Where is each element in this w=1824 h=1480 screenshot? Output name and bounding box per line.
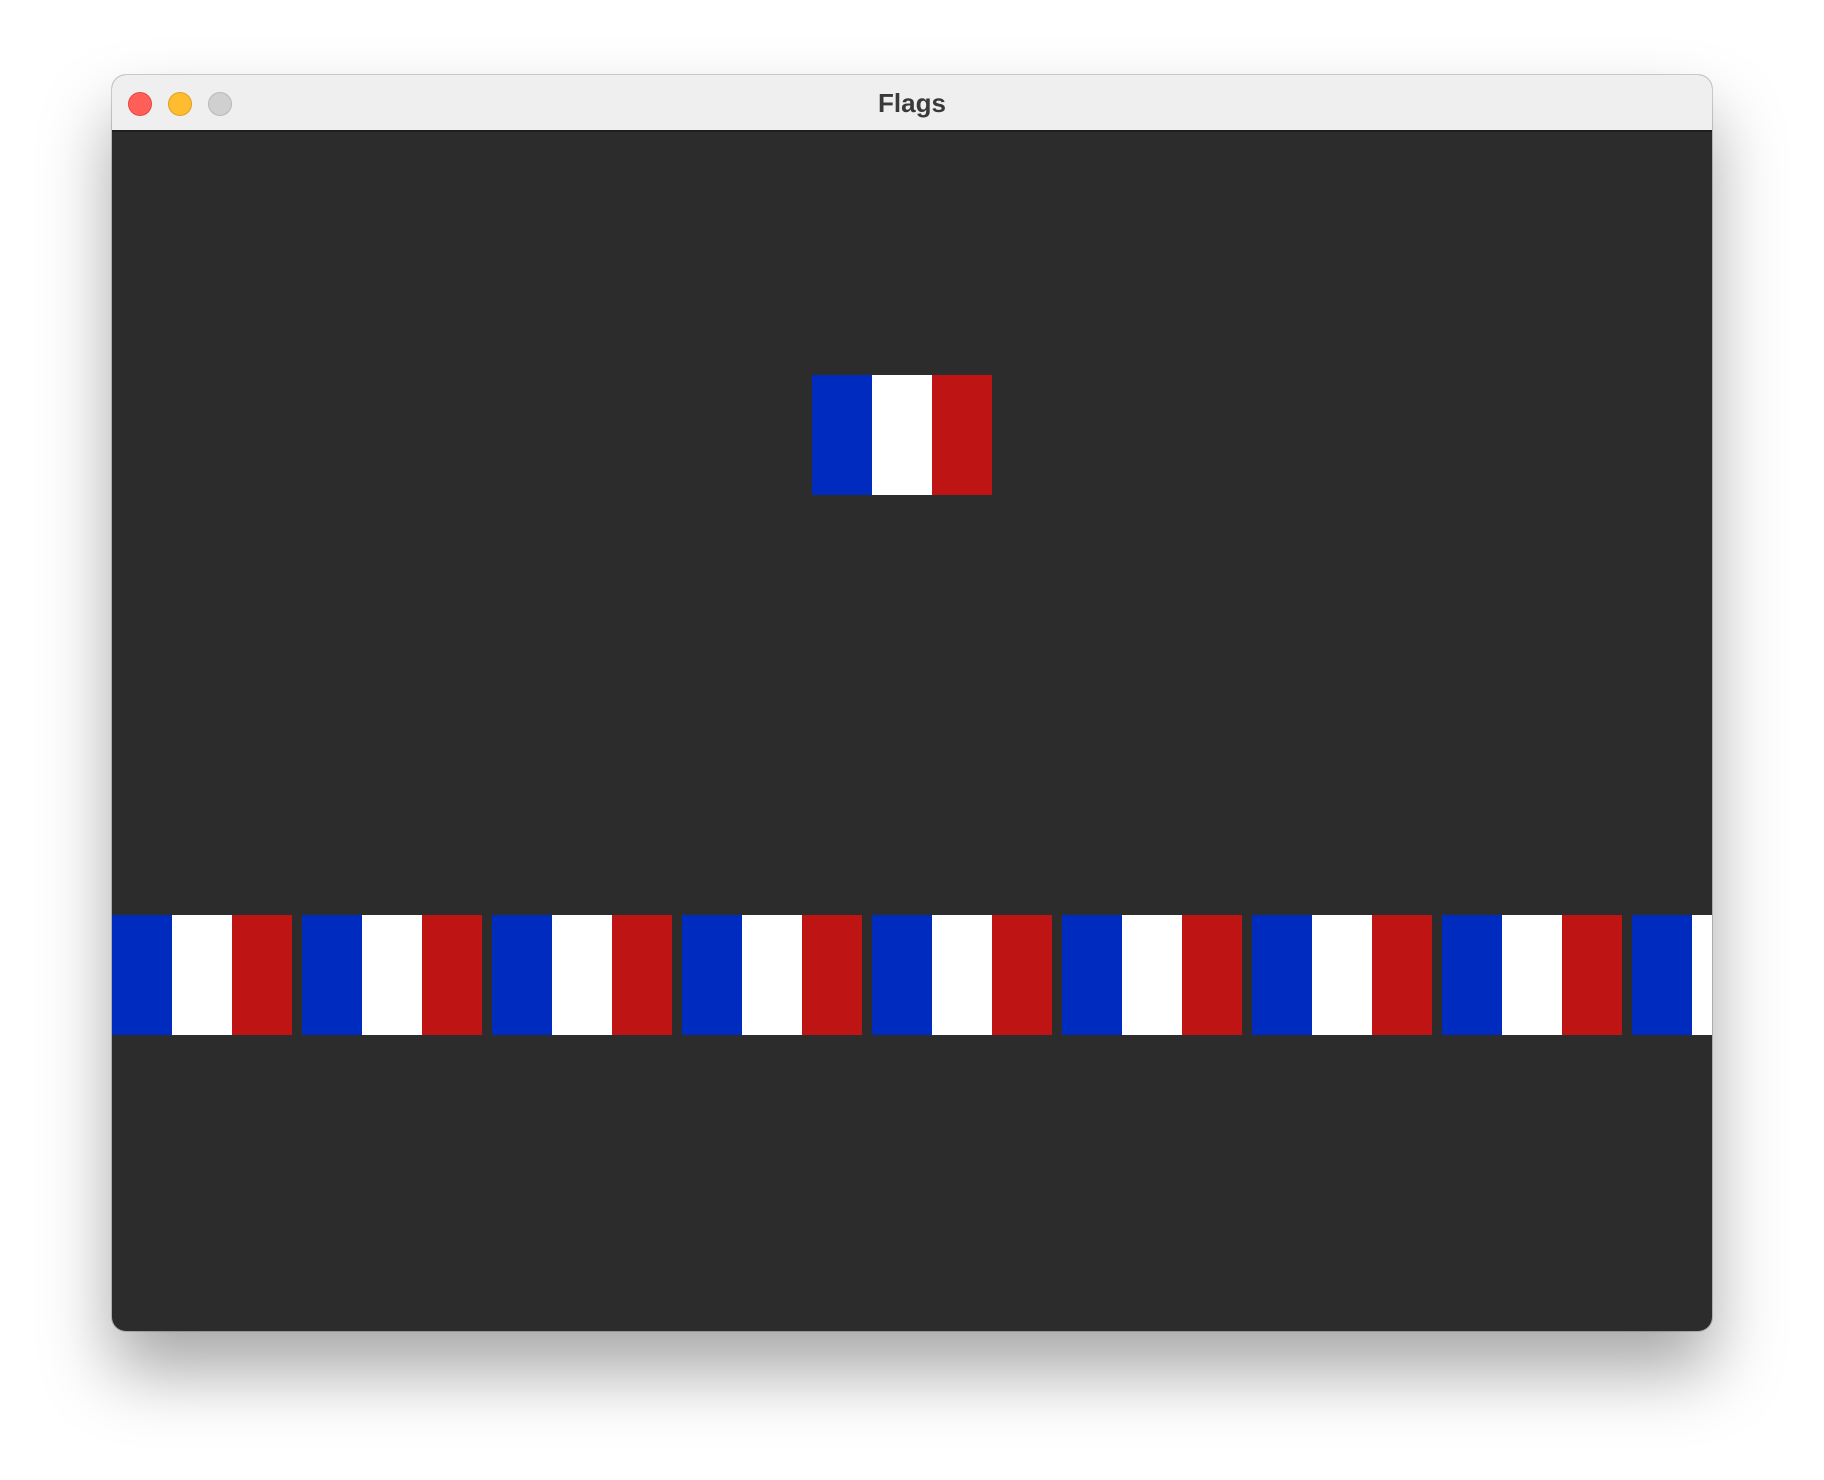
- flag-stripe-blue: [492, 915, 552, 1035]
- flag-stripe-red: [612, 915, 672, 1035]
- flag-france-row-item: [112, 915, 292, 1035]
- flag-stripe-white: [742, 915, 802, 1035]
- flag-stripe-white: [932, 915, 992, 1035]
- flag-stripe-white: [362, 915, 422, 1035]
- flag-stripe-red: [1182, 915, 1242, 1035]
- flag-stripe-white: [552, 915, 612, 1035]
- flag-france-row-item: [1062, 915, 1242, 1035]
- flag-stripe-white: [1502, 915, 1562, 1035]
- flag-stripe-white: [1122, 915, 1182, 1035]
- app-window: Flags: [112, 75, 1712, 1331]
- flag-stripe-blue: [872, 915, 932, 1035]
- flag-stripe-red: [992, 915, 1052, 1035]
- flag-stripe-white: [872, 375, 932, 495]
- title-bar[interactable]: Flags: [112, 75, 1712, 132]
- flag-france-row-item: [302, 915, 482, 1035]
- flag-stripe-blue: [112, 915, 172, 1035]
- flag-stripe-white: [1692, 915, 1712, 1035]
- flag-stripe-blue: [1062, 915, 1122, 1035]
- flag-stripe-red: [232, 915, 292, 1035]
- flag-stripe-blue: [1442, 915, 1502, 1035]
- flag-stripe-blue: [302, 915, 362, 1035]
- flag-row: [112, 915, 1712, 1035]
- flag-france-row-item: [1252, 915, 1432, 1035]
- flag-stripe-red: [1372, 915, 1432, 1035]
- window-title: Flags: [878, 88, 946, 118]
- flag-stripe-blue: [1252, 915, 1312, 1035]
- flag-france-large: [812, 375, 992, 495]
- flags-canvas: [112, 132, 1712, 1331]
- flag-france-row-item: [1442, 915, 1622, 1035]
- flag-france-row-item: [492, 915, 672, 1035]
- flag-stripe-blue: [812, 375, 872, 495]
- flag-stripe-red: [802, 915, 862, 1035]
- flag-stripe-red: [422, 915, 482, 1035]
- flag-france-row-item: [872, 915, 1052, 1035]
- flag-france-row-item: [682, 915, 862, 1035]
- flag-france-row-item: [1632, 915, 1712, 1035]
- flag-stripe-red: [932, 375, 992, 495]
- flag-stripe-red: [1562, 915, 1622, 1035]
- flag-stripe-blue: [1632, 915, 1692, 1035]
- flag-stripe-white: [1312, 915, 1372, 1035]
- flag-stripe-blue: [682, 915, 742, 1035]
- flag-stripe-white: [172, 915, 232, 1035]
